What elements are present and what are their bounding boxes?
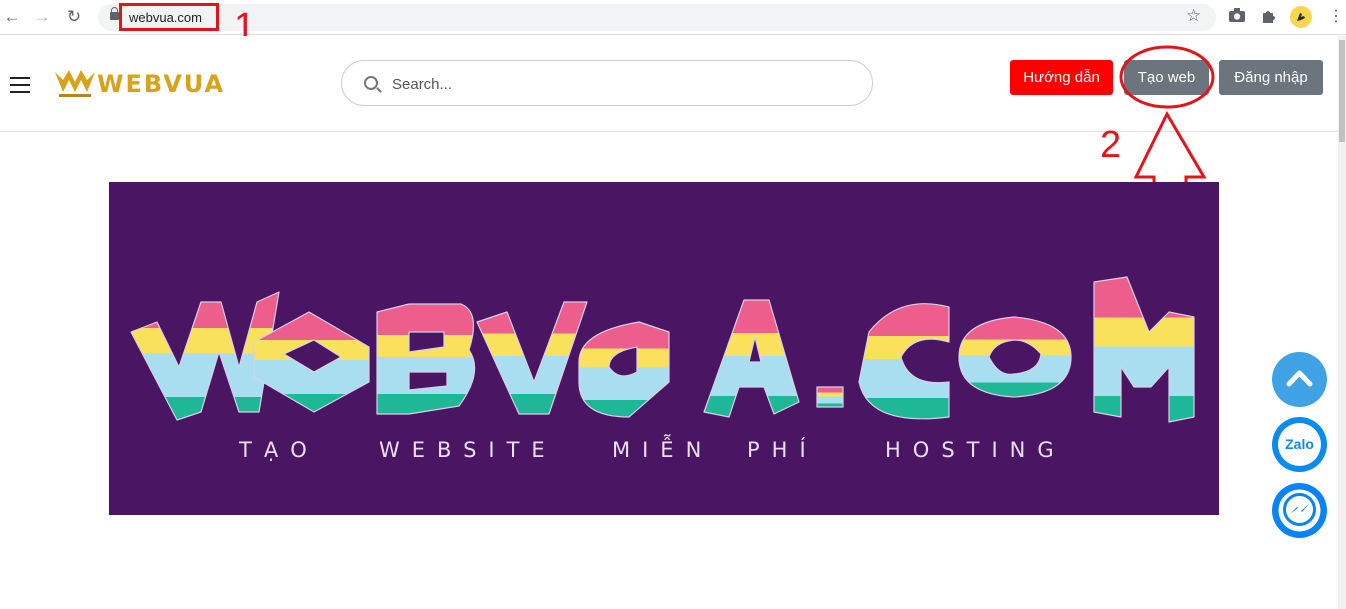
tagline-word: TẠO (239, 438, 319, 462)
logo-text: WEBVUA (97, 70, 226, 98)
scrollbar-thumb[interactable] (1339, 40, 1345, 142)
crown-logo-icon (55, 70, 95, 97)
menu-dots-icon[interactable]: ⋮ (1328, 6, 1344, 26)
site-logo[interactable]: WEBVUA (53, 68, 223, 98)
avatar[interactable] (1290, 6, 1312, 28)
tagline-word: PHÍ (747, 438, 818, 462)
hamburger-icon[interactable] (10, 77, 30, 93)
address-bar[interactable]: webvua.com (98, 4, 1216, 31)
scroll-top-button[interactable] (1272, 352, 1327, 407)
messenger-button[interactable] (1272, 483, 1327, 538)
page-scrollbar[interactable] (1338, 36, 1346, 609)
banner-tagline: TẠO WEBSITE MIỄN PHÍ HOSTING (109, 438, 1219, 515)
search-box[interactable] (341, 60, 873, 106)
annotation-ellipse (1119, 45, 1215, 109)
puzzle-icon[interactable] (1259, 7, 1279, 27)
camera-icon[interactable] (1227, 7, 1247, 27)
chevron-up-icon (1286, 370, 1313, 387)
tagline-word: WEBSITE (379, 438, 557, 462)
tagline-word: HOSTING (885, 438, 1066, 462)
reload-icon[interactable]: ↻ (64, 7, 84, 27)
zalo-button[interactable]: Zalo (1272, 417, 1327, 472)
zalo-icon: Zalo (1278, 423, 1321, 466)
back-icon[interactable]: ← (2, 7, 22, 27)
annotation-step-2: 2 (1100, 124, 1122, 166)
forward-icon[interactable]: → (32, 7, 52, 27)
hero-banner[interactable]: TẠO WEBSITE MIỄN PHÍ HOSTING (109, 182, 1219, 515)
star-icon[interactable]: ☆ (1186, 6, 1201, 26)
tagline-word: MIỄN (612, 438, 714, 462)
messenger-icon (1278, 489, 1321, 532)
guide-button[interactable]: Hướng dẫn (1010, 60, 1113, 95)
lock-icon[interactable] (110, 7, 119, 20)
search-icon (364, 76, 378, 90)
url-highlight-box (119, 3, 219, 31)
search-input[interactable] (392, 73, 842, 95)
